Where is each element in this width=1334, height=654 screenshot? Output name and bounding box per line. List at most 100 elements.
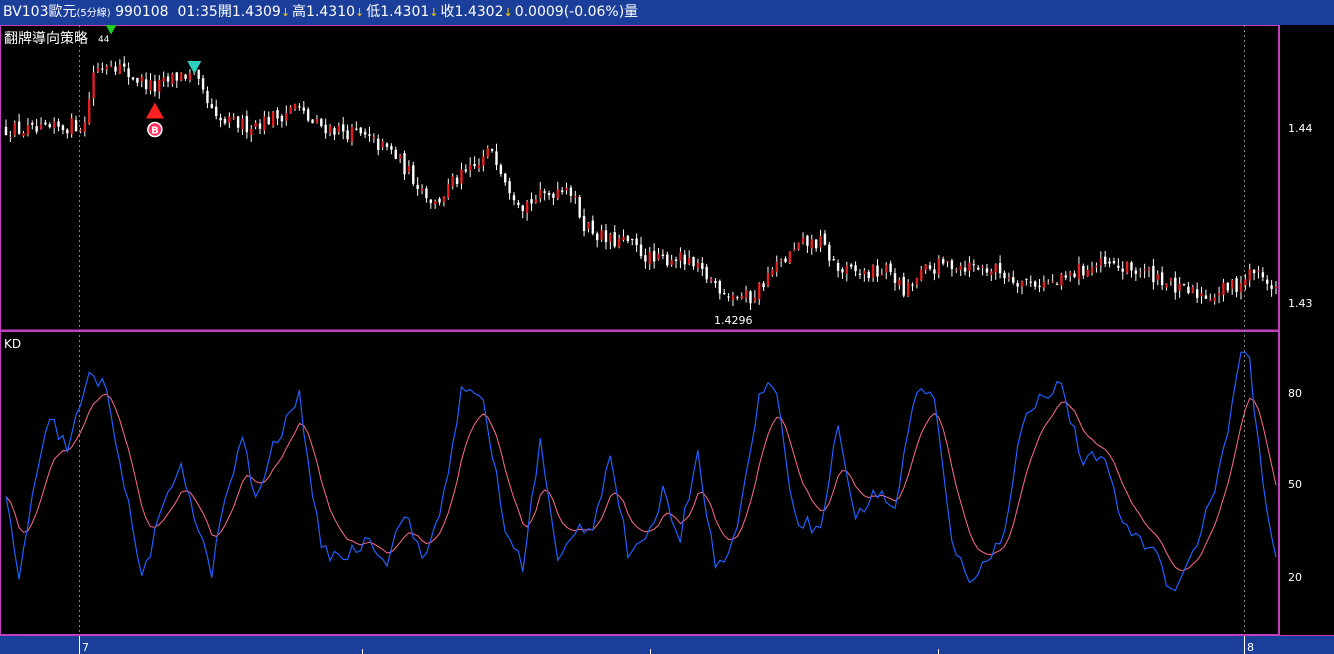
- candle-body: [381, 141, 384, 148]
- kd-layer: [5, 351, 1277, 592]
- candle-body: [241, 118, 244, 130]
- candle-body: [1182, 283, 1186, 286]
- strategy-suffix: 44: [98, 35, 110, 45]
- candle-body: [1086, 270, 1089, 277]
- low-price-annotation: 1.4296: [714, 314, 753, 327]
- d-line: [5, 393, 1277, 571]
- candle-body: [850, 264, 853, 267]
- close-label: 收: [440, 4, 455, 20]
- candle-body: [889, 263, 892, 273]
- candle-body: [1020, 281, 1024, 287]
- candle-body: [604, 230, 608, 243]
- candle-body: [131, 77, 135, 80]
- candle-body: [784, 258, 787, 262]
- candle-body: [937, 258, 940, 275]
- candle-body: [188, 73, 192, 80]
- candle-body: [276, 110, 279, 119]
- candle-body: [1112, 260, 1116, 264]
- candle-body: [814, 239, 818, 249]
- candle-body: [955, 269, 958, 271]
- candle-body: [149, 80, 152, 91]
- candle-body: [425, 188, 428, 199]
- candle-body: [1156, 274, 1159, 281]
- candle-body: [179, 72, 183, 81]
- candle-body: [906, 282, 910, 297]
- candle-body: [57, 121, 60, 127]
- candle-body: [1213, 297, 1216, 302]
- candle-body: [1068, 272, 1072, 276]
- candle-body: [898, 279, 901, 286]
- candle-body: [740, 296, 743, 299]
- candle-body: [1117, 265, 1120, 268]
- candle-body: [455, 177, 459, 184]
- candle-body: [250, 128, 253, 135]
- candle-body: [622, 236, 625, 240]
- candle-body: [596, 233, 599, 241]
- candle-body: [1266, 279, 1269, 284]
- volume-label: 量: [624, 4, 639, 20]
- candle-body: [232, 117, 235, 119]
- candle-body: [867, 272, 870, 279]
- price-tick-label: 1.43: [1288, 297, 1313, 310]
- price-tick-label: 1.44: [1288, 122, 1313, 135]
- candle-body: [779, 260, 783, 262]
- candle-body: [845, 265, 849, 274]
- candle-body: [66, 129, 69, 134]
- candle-body: [228, 116, 231, 123]
- candle-body: [1012, 277, 1015, 283]
- candle-body: [1226, 282, 1230, 291]
- candle-body: [464, 169, 468, 172]
- candle-body: [31, 122, 34, 125]
- candle-body: [1204, 295, 1208, 299]
- candle-body: [1248, 269, 1251, 281]
- kd-title: KD: [4, 337, 21, 351]
- candle-body: [372, 136, 376, 138]
- candle-body: [175, 72, 178, 81]
- candle-body: [1165, 283, 1168, 288]
- candle-body: [101, 68, 104, 70]
- kd-tick-label: 20: [1288, 571, 1302, 584]
- candle-body: [543, 191, 546, 193]
- candle-body: [793, 248, 796, 251]
- candle-body: [271, 111, 275, 126]
- candle-body: [289, 106, 292, 114]
- candle-body: [1252, 269, 1256, 274]
- candle-body: [1195, 289, 1199, 298]
- candle-body: [871, 265, 875, 278]
- candle-body: [723, 293, 726, 295]
- candle-body: [959, 265, 962, 271]
- candle-body: [1121, 268, 1124, 272]
- price-panel-border: [0, 25, 1279, 331]
- candle-body: [972, 264, 976, 266]
- candle-body: [22, 133, 25, 137]
- candle-body: [762, 283, 765, 288]
- candle-body: [1231, 280, 1234, 289]
- candle-body: [1222, 282, 1225, 295]
- candle-body: [263, 116, 266, 131]
- candle-body: [885, 264, 888, 273]
- candle-body: [350, 126, 354, 142]
- candle-body: [880, 274, 884, 276]
- candle-body: [556, 189, 559, 199]
- candle-body: [626, 235, 630, 242]
- candle-body: [644, 255, 647, 262]
- candle-body: [254, 122, 257, 127]
- candle-body: [1169, 278, 1173, 281]
- candle-body: [447, 183, 450, 199]
- candle-body: [806, 235, 809, 246]
- candle-body: [210, 104, 214, 109]
- candle-body: [534, 199, 538, 203]
- candle-body: [39, 124, 43, 130]
- candle-body: [819, 235, 822, 248]
- candle-body: [810, 239, 813, 249]
- candle-body: [674, 259, 678, 261]
- kd-panel-border: [0, 331, 1279, 635]
- candle-body: [44, 122, 47, 125]
- chart-canvas[interactable]: 翻牌導向策略 44 KD 1.4296 1.44 1.43 80 50 20 7…: [0, 25, 1334, 654]
- candle-body: [35, 126, 38, 132]
- candle-body: [136, 77, 139, 83]
- candle-body: [52, 121, 56, 129]
- candle-body: [390, 146, 393, 150]
- down-arrow-icon: ↓: [503, 6, 513, 19]
- candle-body: [788, 251, 792, 263]
